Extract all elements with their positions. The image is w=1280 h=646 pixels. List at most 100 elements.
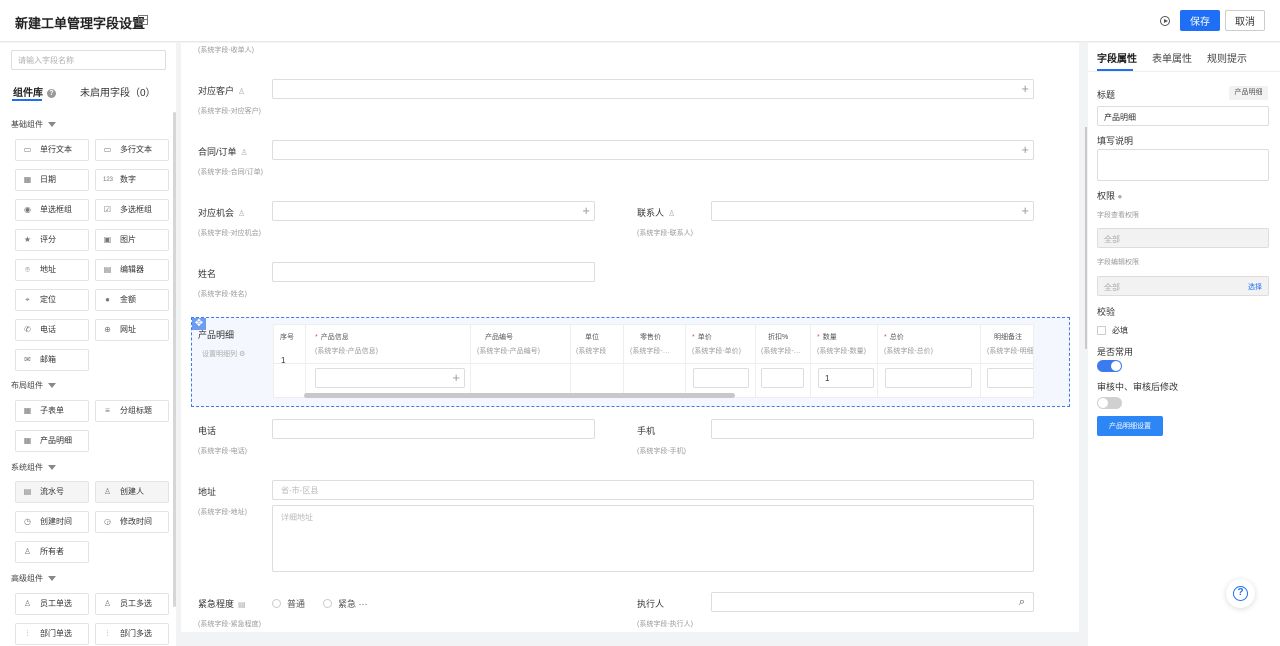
active-tab-indicator <box>12 99 42 101</box>
table-horizontal-scrollbar[interactable] <box>304 393 735 398</box>
help-button[interactable]: ? <box>1226 579 1255 608</box>
description-textarea[interactable] <box>1097 149 1269 181</box>
set-columns-link[interactable]: 设置明细列 ⚙ <box>202 349 245 359</box>
unit-price-input[interactable] <box>693 368 749 388</box>
address-region-input[interactable]: 省-市-区县 <box>272 480 1034 500</box>
serial-icon: ▤ <box>23 487 32 496</box>
component-radio[interactable]: ◉ 单选框组 <box>15 199 89 221</box>
executor-input[interactable]: ⌕ <box>711 592 1034 612</box>
required-checkbox[interactable] <box>1097 326 1106 335</box>
textarea-icon: ▭ <box>103 145 112 154</box>
component-amount[interactable]: ● 金额 <box>95 289 169 311</box>
component-product-detail[interactable]: ▦ 产品明细 <box>15 430 89 452</box>
address-detail-textarea[interactable]: 详细地址 <box>272 505 1034 572</box>
component-group-title[interactable]: ≡ 分组标题 <box>95 400 169 422</box>
group-title-basic[interactable]: 基础组件 <box>11 119 56 130</box>
remark-input[interactable] <box>987 368 1033 388</box>
component-label: 数字 <box>120 175 136 184</box>
column-subheader: (系统字段-单价) <box>692 348 741 355</box>
tab-field-properties[interactable]: 字段属性 <box>1097 50 1137 65</box>
product-table-icon: ▦ <box>23 436 32 445</box>
contact-input[interactable]: + <box>711 201 1034 221</box>
layout-icon[interactable] <box>138 15 148 25</box>
component-serial[interactable]: ▤ 流水号 <box>15 481 89 503</box>
product-detail-settings-button[interactable]: 产品明细设置 <box>1097 416 1163 436</box>
mobile-input[interactable] <box>711 419 1034 439</box>
opportunity-input[interactable]: + <box>272 201 595 221</box>
clock-edit-icon: ◶ <box>104 517 111 526</box>
component-label: 定位 <box>40 295 56 304</box>
component-date[interactable]: ▦ 日期 <box>15 169 89 191</box>
component-created-time[interactable]: ◷ 创建时间 <box>15 511 89 533</box>
plus-icon[interactable]: + <box>1021 203 1029 219</box>
field-hint: (系统字段-紧急程度) <box>198 621 261 628</box>
cancel-button[interactable]: 取消 <box>1225 10 1265 31</box>
title-input[interactable]: 产品明细 <box>1097 106 1269 126</box>
component-address[interactable]: ⌾ 地址 <box>15 259 89 281</box>
field-label-contract: 合同/订单 ♙ <box>198 145 248 158</box>
component-editor[interactable]: ▤ 编辑器 <box>95 259 169 281</box>
discount-input[interactable] <box>761 368 804 388</box>
contract-input[interactable]: + <box>272 140 1034 160</box>
review-edit-toggle[interactable] <box>1097 397 1122 409</box>
quantity-input[interactable]: 1 <box>818 368 874 388</box>
customer-input[interactable]: + <box>272 79 1034 99</box>
left-scrollbar[interactable] <box>173 112 176 607</box>
component-text-line[interactable]: ▭ 单行文本 <box>15 139 89 161</box>
component-owner[interactable]: ♙ 所有者 <box>15 541 89 563</box>
total-input[interactable] <box>885 368 972 388</box>
component-number[interactable]: 123 数字 <box>95 169 169 191</box>
plus-icon[interactable]: + <box>1021 142 1029 158</box>
preview-icon[interactable] <box>1160 16 1170 26</box>
column-header: * 产品信息 <box>315 332 349 342</box>
component-subform[interactable]: ▦ 子表单 <box>15 400 89 422</box>
plus-icon[interactable]: + <box>582 203 590 219</box>
component-dept-multi[interactable]: ⫶ 部门多选 <box>95 623 169 645</box>
globe-icon: ⊕ <box>104 325 111 334</box>
user-icon: ♙ <box>103 487 112 496</box>
save-button[interactable]: 保存 <box>1180 10 1220 31</box>
component-checkbox[interactable]: ☑ 多选框组 <box>95 199 169 221</box>
field-search-input[interactable] <box>11 50 166 70</box>
component-textarea[interactable]: ▭ 多行文本 <box>95 139 169 161</box>
name-input[interactable] <box>272 262 595 282</box>
component-phone[interactable]: ✆ 电话 <box>15 319 89 341</box>
product-info-input[interactable]: + <box>315 368 465 388</box>
more-indicator: ··· <box>358 599 368 609</box>
component-positioning[interactable]: ⌖ 定位 <box>15 289 89 311</box>
component-staff-multi[interactable]: ♙ 员工多选 <box>95 593 169 615</box>
column-header: 明细备注 <box>994 334 1022 341</box>
tab-component-library[interactable]: 组件库? <box>13 84 56 99</box>
staff-multi-icon: ♙ <box>103 599 112 608</box>
group-title-layout[interactable]: 布局组件 <box>11 380 56 391</box>
tab-disabled-fields[interactable]: 未启用字段（0） <box>80 84 156 99</box>
group-title-advanced[interactable]: 高级组件 <box>11 573 56 584</box>
toggle-knob <box>1098 398 1108 408</box>
column-subheader: (系统字段-产品编号) <box>477 348 540 355</box>
radio-option-normal[interactable]: 普通 <box>272 597 305 610</box>
component-rating[interactable]: ★ 评分 <box>15 229 89 251</box>
group-title-system[interactable]: 系统组件 <box>11 462 56 473</box>
common-toggle[interactable] <box>1097 360 1122 372</box>
component-label: 员工单选 <box>40 599 72 608</box>
component-dept-single[interactable]: ⫶ 部门单选 <box>15 623 89 645</box>
component-url[interactable]: ⊕ 网址 <box>95 319 169 341</box>
component-email[interactable]: ✉ 邮箱 <box>15 349 89 371</box>
phone-input[interactable] <box>272 419 595 439</box>
review-edit-label: 审核中、审核后修改 <box>1097 382 1179 392</box>
component-creator[interactable]: ♙ 创建人 <box>95 481 169 503</box>
info-icon: ● <box>1117 192 1123 201</box>
select-link[interactable]: 选择 <box>1248 282 1262 292</box>
search-icon[interactable]: ⌕ <box>1019 596 1025 609</box>
tab-rule-hints[interactable]: 规则提示 <box>1207 50 1247 65</box>
view-permission-field[interactable]: 全部 <box>1097 228 1269 248</box>
tab-form-properties[interactable]: 表单属性 <box>1152 50 1192 65</box>
plus-icon[interactable]: + <box>1021 81 1029 97</box>
plus-icon[interactable]: + <box>452 370 460 386</box>
component-image[interactable]: ▣ 图片 <box>95 229 169 251</box>
canvas-scrollbar[interactable] <box>1085 127 1087 349</box>
edit-permission-field[interactable]: 全部 选择 <box>1097 276 1269 296</box>
component-staff-single[interactable]: ♙ 员工单选 <box>15 593 89 615</box>
component-modified-time[interactable]: ◶ 修改时间 <box>95 511 169 533</box>
radio-option-urgent[interactable]: 紧急 ··· <box>323 597 368 610</box>
